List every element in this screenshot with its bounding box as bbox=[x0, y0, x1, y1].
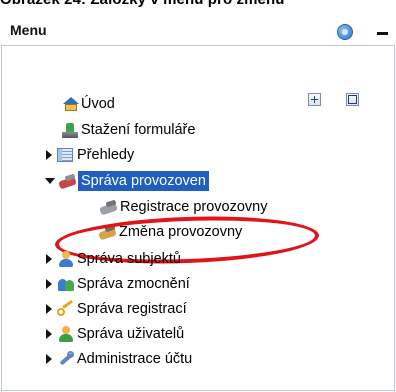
tools-icon bbox=[59, 173, 77, 189]
overview-icon bbox=[57, 148, 73, 162]
tree-item-sprava-provozoven[interactable]: Správa provozoven bbox=[45, 171, 209, 191]
collapse-arrow-icon[interactable] bbox=[45, 178, 55, 184]
wrench-icon bbox=[57, 351, 75, 367]
download-icon bbox=[61, 122, 79, 138]
person-icon bbox=[57, 251, 75, 267]
tree-item-stazeni-formulare[interactable]: Stažení formuláře bbox=[61, 120, 195, 140]
people-icon bbox=[57, 276, 75, 292]
key-icon bbox=[57, 301, 75, 317]
tree-item-label: Správa subjektů bbox=[77, 251, 181, 267]
tree-item-label: Registrace provozovny bbox=[120, 199, 268, 215]
menu-title: Menu bbox=[10, 22, 47, 38]
home-icon bbox=[61, 96, 79, 112]
expand-arrow-icon[interactable] bbox=[46, 304, 52, 314]
minimize-icon[interactable] bbox=[377, 32, 388, 35]
tree-item-label: Správa registrací bbox=[77, 301, 187, 317]
tree-item-sprava-subjektu[interactable]: Správa subjektů bbox=[46, 249, 181, 269]
tree-item-label: Správa provozoven bbox=[78, 171, 209, 191]
expand-arrow-icon[interactable] bbox=[46, 279, 52, 289]
tree-item-prehledy[interactable]: Přehledy bbox=[46, 145, 134, 165]
tools-grey-icon bbox=[100, 199, 118, 215]
expand-arrow-icon[interactable] bbox=[46, 329, 52, 339]
menu-header: Menu bbox=[0, 4, 396, 44]
expand-all-icon[interactable] bbox=[308, 93, 321, 106]
expand-arrow-icon[interactable] bbox=[46, 354, 52, 364]
help-icon[interactable] bbox=[337, 24, 353, 40]
tree-item-label: Úvod bbox=[81, 96, 115, 112]
tree-item-label: Přehledy bbox=[77, 147, 135, 163]
tree-item-sprava-uzivatelu[interactable]: Správa uživatelů bbox=[46, 324, 184, 344]
tree-item-label: Administrace účtu bbox=[77, 351, 193, 367]
expand-arrow-icon[interactable] bbox=[46, 254, 52, 264]
user-green-icon bbox=[57, 326, 75, 342]
tree-item-administrace-uctu[interactable]: Administrace účtu bbox=[46, 349, 192, 369]
collapse-all-icon[interactable] bbox=[346, 93, 359, 106]
tree-item-uvod[interactable]: Úvod bbox=[61, 94, 115, 114]
expand-arrow-icon[interactable] bbox=[46, 150, 52, 160]
tree-item-label: Správa zmocnění bbox=[77, 276, 190, 292]
tree-item-sprava-registraci[interactable]: Správa registrací bbox=[46, 299, 187, 319]
tree-item-label: Správa uživatelů bbox=[77, 326, 185, 342]
tree-item-registrace-provozovny[interactable]: Registrace provozovny bbox=[100, 197, 268, 217]
tree-item-label: Stažení formuláře bbox=[81, 122, 196, 138]
tree-item-sprava-zmocneni[interactable]: Správa zmocnění bbox=[46, 274, 190, 294]
